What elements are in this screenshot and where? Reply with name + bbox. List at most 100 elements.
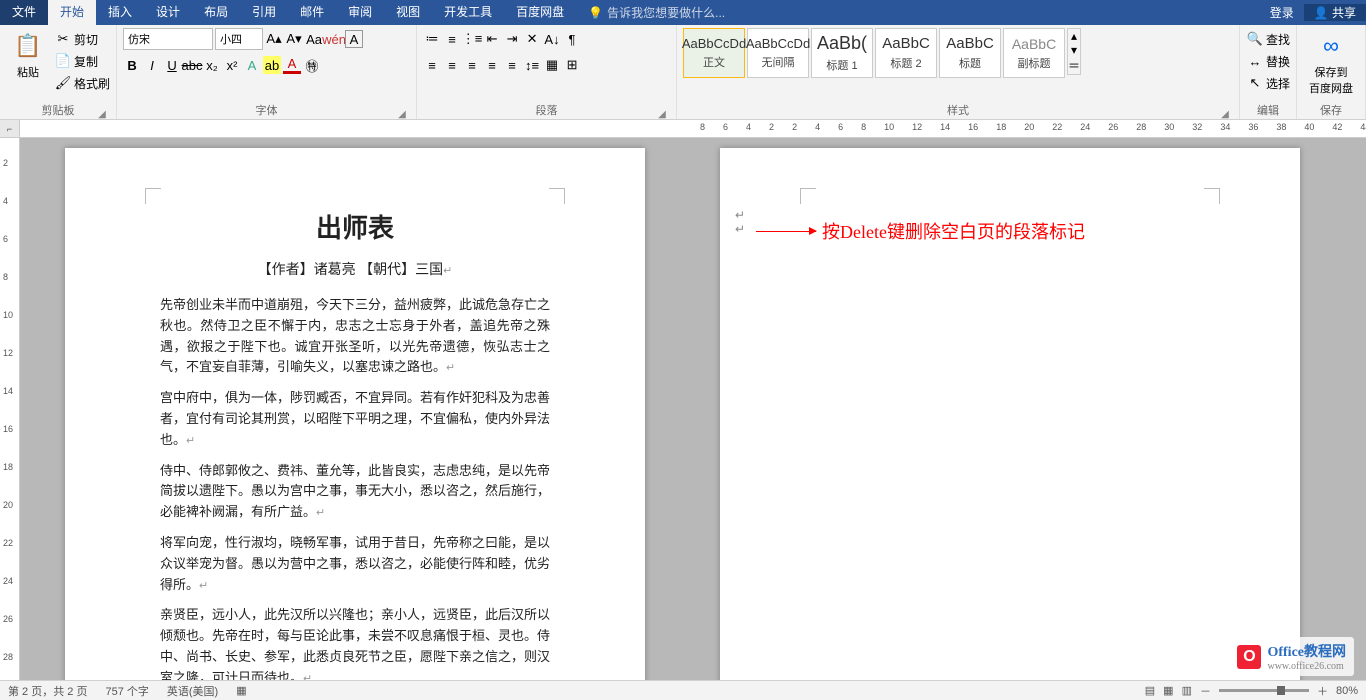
grow-font-icon[interactable]: A▴ (265, 30, 283, 48)
tab-baidu-netdisk[interactable]: 百度网盘 (504, 0, 576, 25)
page-2[interactable]: ↵↵ 按Delete键删除空白页的段落标记 (720, 148, 1300, 680)
tab-home[interactable]: 开始 (48, 0, 96, 25)
align-justify-icon[interactable]: ≡ (483, 56, 501, 74)
doc-subtitle: 【作者】诸葛亮 【朝代】三国↵ (160, 259, 550, 279)
find-button[interactable]: 🔍查找 (1246, 28, 1290, 50)
zoom-level[interactable]: 80% (1336, 685, 1358, 697)
styles-more-icon[interactable]: ＝ (1068, 57, 1080, 74)
tab-developer[interactable]: 开发工具 (432, 0, 504, 25)
copy-button[interactable]: 📄复制 (54, 50, 110, 72)
style-nospace[interactable]: AaBbCcDd无间隔 (747, 28, 809, 78)
paste-button[interactable]: 📋 粘贴 (6, 28, 50, 82)
style-heading1[interactable]: AaBb(标题 1 (811, 28, 873, 78)
indent-dec-icon[interactable]: ⇤ (483, 30, 501, 48)
search-icon: 🔍 (1246, 30, 1264, 48)
font-launcher[interactable]: ◢ (396, 107, 408, 119)
superscript-icon[interactable]: x² (223, 56, 241, 74)
align-left-icon[interactable]: ≡ (423, 56, 441, 74)
align-right-icon[interactable]: ≡ (463, 56, 481, 74)
multilevel-icon[interactable]: ⋮≡ (463, 30, 481, 48)
copy-icon: 📄 (54, 52, 72, 70)
shading-icon[interactable]: ▦ (543, 56, 561, 74)
tab-layout[interactable]: 布局 (192, 0, 240, 25)
styles-up-icon[interactable]: ▴ (1068, 29, 1080, 43)
borders-icon[interactable]: ⊞ (563, 56, 581, 74)
arrow-icon (756, 231, 816, 232)
tab-mailings[interactable]: 邮件 (288, 0, 336, 25)
subscript-icon[interactable]: x₂ (203, 56, 221, 74)
tab-references[interactable]: 引用 (240, 0, 288, 25)
style-title[interactable]: AaBbC标题 (939, 28, 1001, 78)
select-button[interactable]: ↖选择 (1246, 72, 1290, 94)
save-to-baidu-button[interactable]: ∞ 保存到 百度网盘 (1303, 28, 1359, 98)
paragraph: 先帝创业未半而中道崩殂，今天下三分，益州疲弊，此诚危急存亡之秋也。然侍卫之臣不懈… (160, 295, 550, 378)
style-subtitle[interactable]: AaBbC副标题 (1003, 28, 1065, 78)
sort-icon[interactable]: A↓ (543, 30, 561, 48)
tab-strip: 文件 开始 插入 设计 布局 引用 邮件 审阅 视图 开发工具 百度网盘 💡告诉… (0, 0, 1366, 25)
share-button[interactable]: 👤 共享 (1304, 4, 1366, 21)
line-spacing-icon[interactable]: ↕≡ (523, 56, 541, 74)
lightbulb-icon: 💡 (588, 6, 603, 20)
indent-inc-icon[interactable]: ⇥ (503, 30, 521, 48)
tab-file[interactable]: 文件 (0, 0, 48, 25)
view-web-icon[interactable]: ▥ (1182, 684, 1192, 697)
underline-icon[interactable]: U (163, 56, 181, 74)
styles-launcher[interactable]: ◢ (1219, 107, 1231, 119)
status-language[interactable]: 英语(美国) (167, 683, 218, 699)
italic-icon[interactable]: I (143, 56, 161, 74)
tab-insert[interactable]: 插入 (96, 0, 144, 25)
brush-icon: 🖌 (54, 74, 72, 92)
login-button[interactable]: 登录 (1260, 4, 1304, 21)
align-distrib-icon[interactable]: ≡ (503, 56, 521, 74)
styles-down-icon[interactable]: ▾ (1068, 43, 1080, 57)
strike-icon[interactable]: abc (183, 56, 201, 74)
text-effects-icon[interactable]: A (243, 56, 261, 74)
paragraph: 侍中、侍郎郭攸之、费祎、董允等，此皆良实，志虑忠纯，是以先帝简拔以遗陛下。愚以为… (160, 461, 550, 523)
numbering-icon[interactable]: ≡ (443, 30, 461, 48)
phonetic-guide-icon[interactable]: wén (325, 30, 343, 48)
highlight-icon[interactable]: ab (263, 56, 281, 74)
zoom-out-icon[interactable]: － (1200, 683, 1211, 699)
circle-char-icon[interactable]: ㊕ (303, 56, 321, 74)
tab-view[interactable]: 视图 (384, 0, 432, 25)
view-read-icon[interactable]: ▤ (1145, 684, 1155, 697)
font-color-icon[interactable]: A (283, 56, 301, 74)
group-save: ∞ 保存到 百度网盘 保存 (1297, 25, 1366, 119)
status-word-count[interactable]: 757 个字 (105, 683, 148, 699)
ribbon: 📋 粘贴 ✂剪切 📄复制 🖌格式刷 剪贴板◢ 仿宋 小四 A▴ A▾ Aa wé… (0, 25, 1366, 120)
align-center-icon[interactable]: ≡ (443, 56, 461, 74)
group-paragraph: ≔ ≡ ⋮≡ ⇤ ⇥ ✕ A↓ ¶ ≡ ≡ ≡ ≡ ≡ ↕≡ ▦ ⊞ 段落◢ (417, 25, 677, 119)
tab-review[interactable]: 审阅 (336, 0, 384, 25)
replace-button[interactable]: ↔替换 (1246, 50, 1290, 72)
zoom-slider[interactable] (1219, 689, 1309, 692)
change-case-icon[interactable]: Aa (305, 30, 323, 48)
char-border-icon[interactable]: A (345, 30, 363, 48)
document-workspace[interactable]: 出师表 【作者】诸葛亮 【朝代】三国↵ 先帝创业未半而中道崩殂，今天下三分，益州… (20, 138, 1366, 680)
shrink-font-icon[interactable]: A▾ (285, 30, 303, 48)
bold-icon[interactable]: B (123, 56, 141, 74)
paragraph: 亲贤臣，远小人，此先汉所以兴隆也；亲小人，远贤臣，此后汉所以倾颓也。先帝在时，每… (160, 605, 550, 680)
font-name-combo[interactable]: 仿宋 (123, 28, 213, 50)
zoom-in-icon[interactable]: ＋ (1317, 683, 1328, 699)
macro-icon[interactable]: ▦ (236, 684, 246, 697)
paragraph-launcher[interactable]: ◢ (656, 107, 668, 119)
vertical-ruler[interactable]: 246810121416182022242628 (0, 138, 20, 680)
horizontal-ruler[interactable]: ⌐ 86422468101214161820222426283032343638… (0, 120, 1366, 138)
annotation-text: 按Delete键删除空白页的段落标记 (822, 218, 1085, 244)
cut-button[interactable]: ✂剪切 (54, 28, 110, 50)
cursor-icon: ↖ (1246, 74, 1264, 92)
tab-design[interactable]: 设计 (144, 0, 192, 25)
view-print-icon[interactable]: ▦ (1163, 684, 1173, 697)
annotation-callout: 按Delete键删除空白页的段落标记 (750, 218, 1085, 244)
page-1[interactable]: 出师表 【作者】诸葛亮 【朝代】三国↵ 先帝创业未半而中道崩殂，今天下三分，益州… (65, 148, 645, 680)
style-heading2[interactable]: AaBbC标题 2 (875, 28, 937, 78)
clipboard-launcher[interactable]: ◢ (96, 107, 108, 119)
style-normal[interactable]: AaBbCcDd正文 (683, 28, 745, 78)
show-marks-icon[interactable]: ¶ (563, 30, 581, 48)
font-size-combo[interactable]: 小四 (215, 28, 263, 50)
tell-me-search[interactable]: 💡告诉我您想要做什么... (588, 4, 725, 21)
format-painter-button[interactable]: 🖌格式刷 (54, 72, 110, 94)
bullets-icon[interactable]: ≔ (423, 30, 441, 48)
status-page[interactable]: 第 2 页，共 2 页 (8, 683, 87, 699)
asian-layout-icon[interactable]: ✕ (523, 30, 541, 48)
